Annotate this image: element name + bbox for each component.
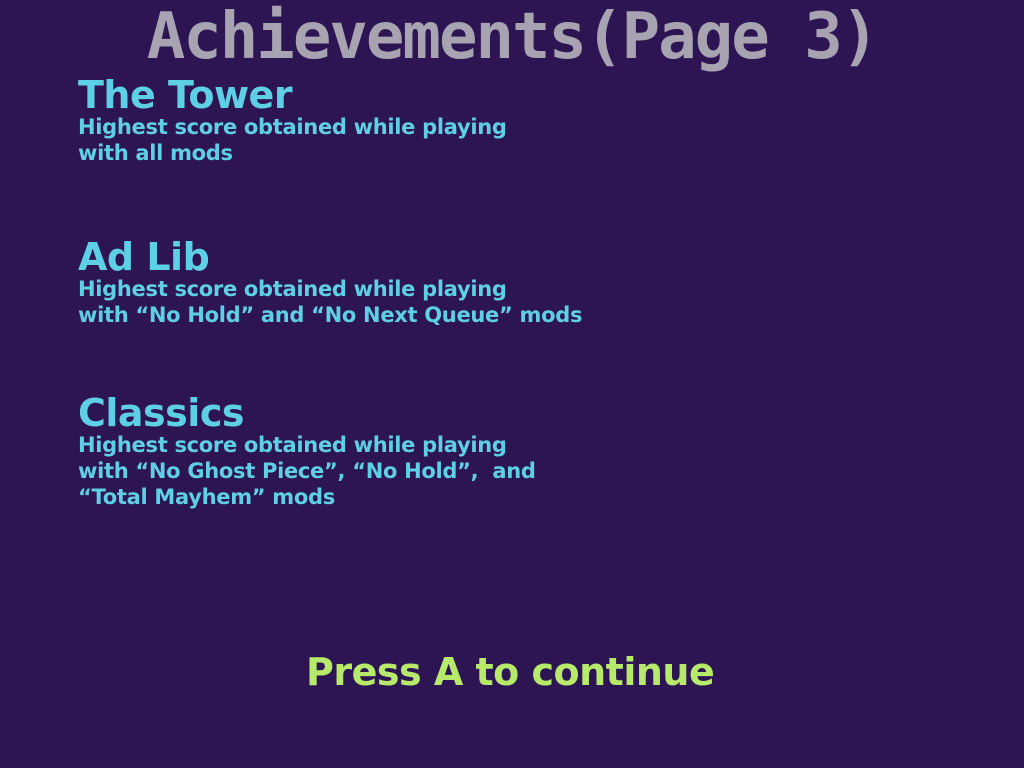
achievement-name: Classics	[78, 391, 244, 435]
achievement-description-line: Highest score obtained while playing	[78, 115, 507, 139]
achievement-name: The Tower	[78, 73, 293, 117]
achievement-ad-lib: Ad Lib Highest score obtained while play…	[78, 238, 582, 328]
achievement-description-line: with all mods	[78, 141, 233, 165]
achievement-description-line: Highest score obtained while playing	[78, 433, 507, 457]
achievement-description-line: Highest score obtained while playing	[78, 277, 507, 301]
achievement-name: Ad Lib	[78, 235, 210, 279]
achievement-description-line: with “No Hold” and “No Next Queue” mods	[78, 303, 583, 327]
achievement-the-tower: The Tower Highest score obtained while p…	[78, 76, 507, 166]
achievement-description-line: “Total Mayhem” mods	[78, 485, 335, 509]
screen-title: Achievements(Page 3)	[146, 0, 880, 74]
achievement-classics: Classics Highest score obtained while pl…	[78, 394, 536, 510]
continue-prompt[interactable]: Press A to continue	[306, 650, 715, 694]
achievement-description-line: with “No Ghost Piece”, “No Hold”, and	[78, 459, 536, 483]
